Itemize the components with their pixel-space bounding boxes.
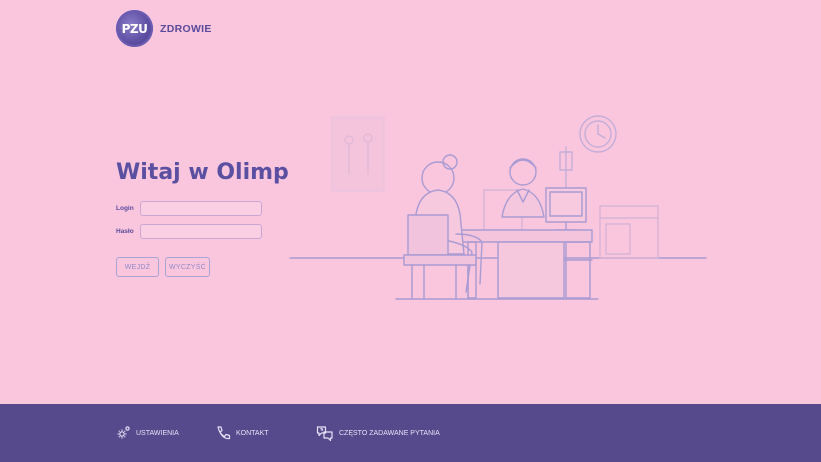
password-row: Hasło xyxy=(116,224,262,239)
footer-settings-label: USTAWIENIA xyxy=(136,429,179,437)
page-title: Witaj w Olimp xyxy=(116,160,289,185)
phone-icon xyxy=(217,426,231,440)
pzu-logo-mark: PZU xyxy=(116,10,153,47)
footer-settings-link[interactable]: USTAWIENIA xyxy=(115,425,179,441)
login-row: Login xyxy=(116,201,262,216)
footer-faq-label: CZĘSTO ZADAWANE PYTANIA xyxy=(339,429,440,437)
enter-button[interactable]: WEJDŹ xyxy=(116,257,159,277)
login-input[interactable] xyxy=(140,201,262,216)
login-label: Login xyxy=(116,205,134,212)
doctor-office-illustration xyxy=(289,115,707,300)
brand-name: ZDROWIE xyxy=(160,22,212,35)
brand-logo[interactable]: PZU ZDROWIE xyxy=(116,10,212,47)
footer-contact-link[interactable]: KONTAKT xyxy=(215,425,269,441)
password-input[interactable] xyxy=(140,224,262,239)
clear-button[interactable]: WYCZYŚĆ xyxy=(165,257,210,277)
footer-contact-label: KONTAKT xyxy=(236,429,269,437)
footer-faq-link[interactable]: CZĘSTO ZADAWANE PYTANIA xyxy=(316,425,440,441)
password-label: Hasło xyxy=(116,228,134,235)
chat-question-icon xyxy=(316,426,333,441)
footer-bar: USTAWIENIA KONTAKT CZĘSTO ZADAWANE PYTAN… xyxy=(0,404,821,462)
gear-icon xyxy=(117,426,130,439)
